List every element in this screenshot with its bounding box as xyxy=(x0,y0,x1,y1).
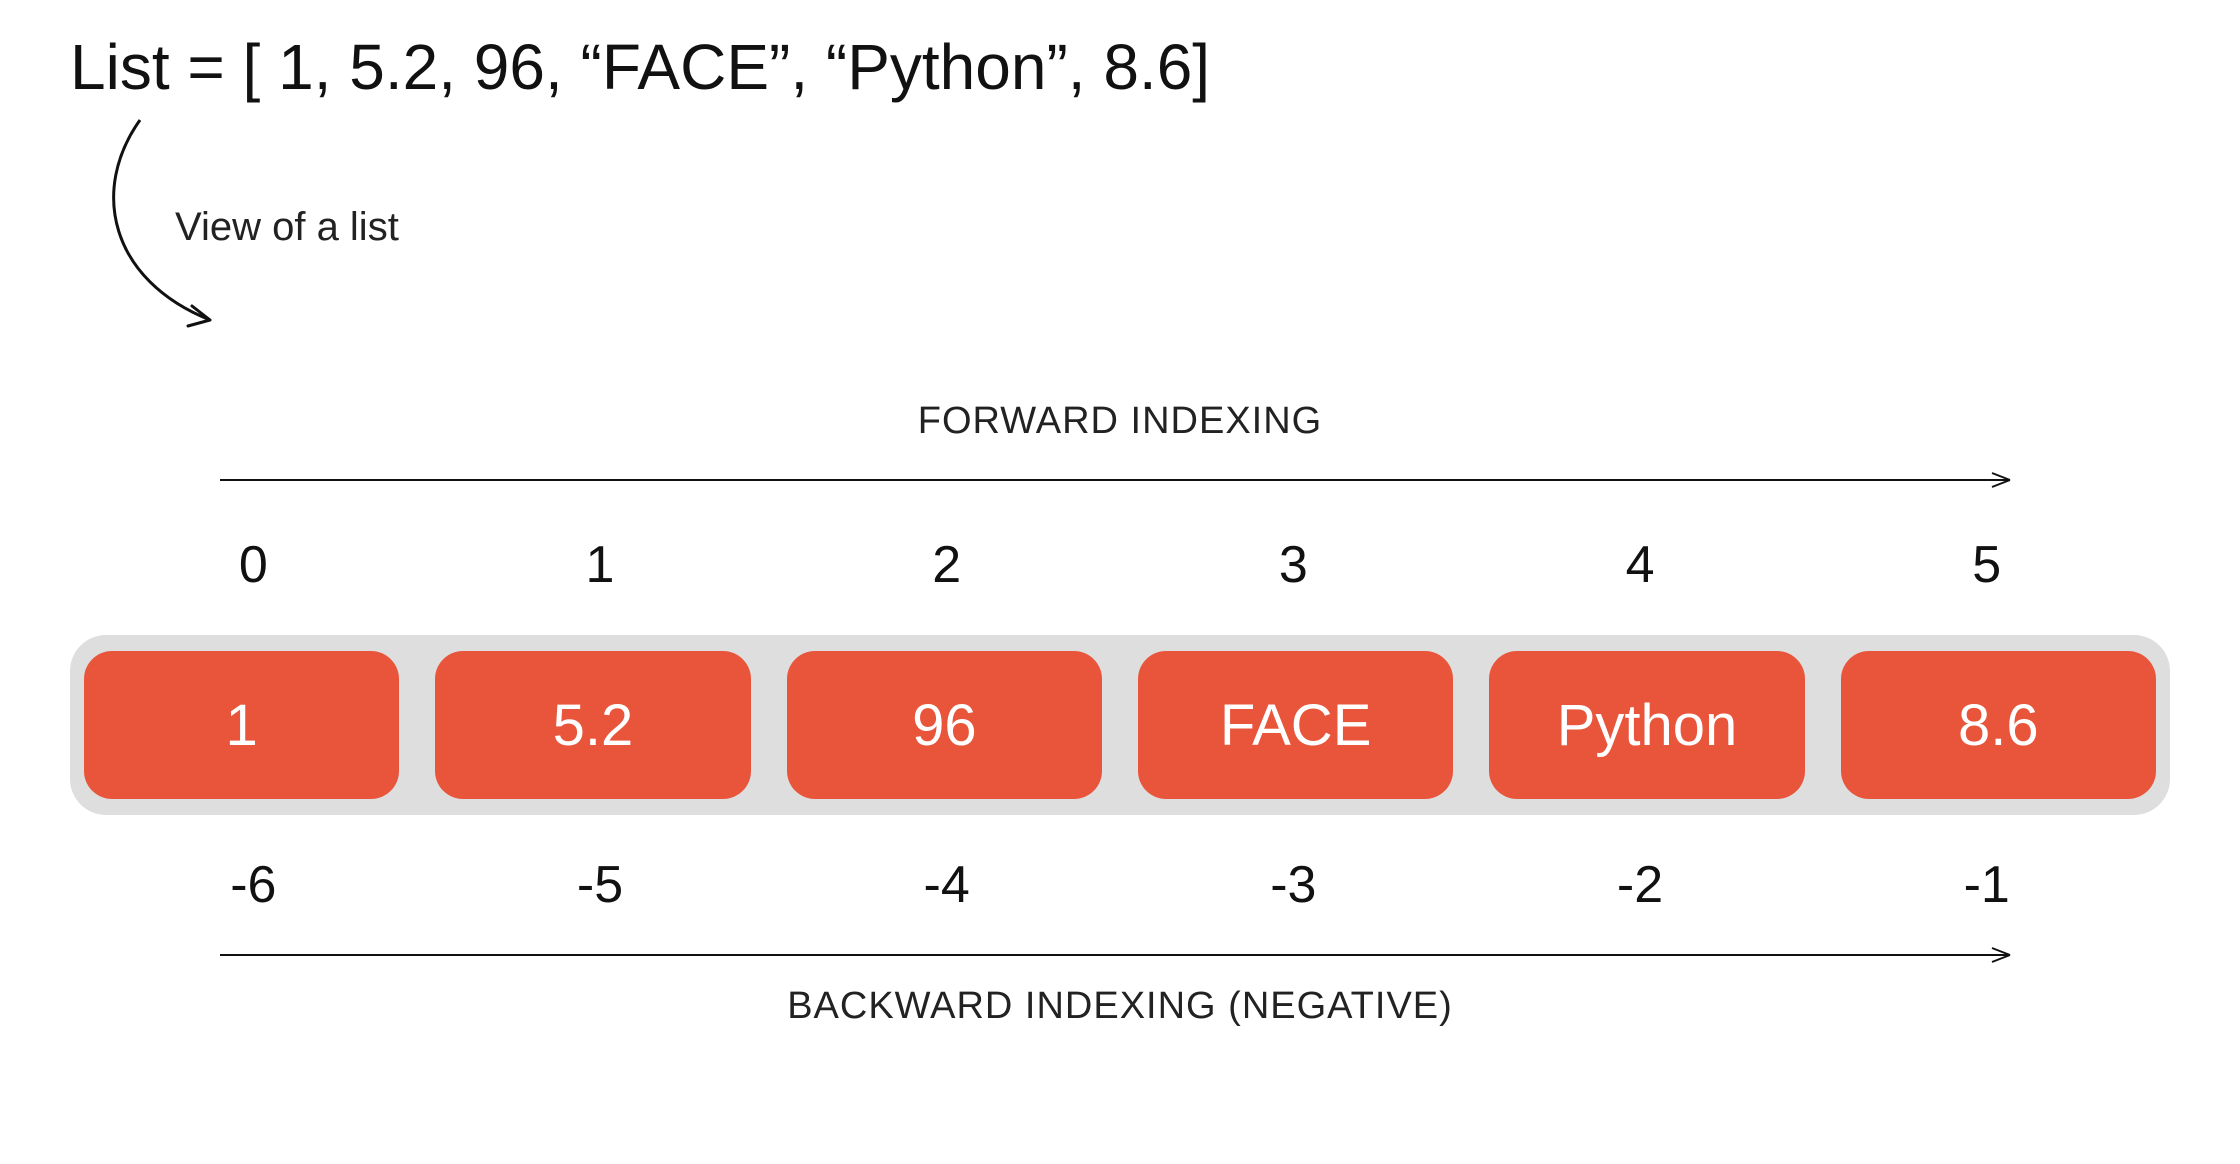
list-cell: 1 xyxy=(84,651,399,799)
view-caption: View of a list xyxy=(175,205,399,250)
forward-index-row: 0 1 2 3 4 5 xyxy=(80,535,2160,595)
forward-index: 5 xyxy=(1813,535,2160,595)
backward-index: -1 xyxy=(1813,855,2160,915)
backward-indexing-label: BACKWARD INDEXING (NEGATIVE) xyxy=(0,985,2240,1028)
list-cell: 96 xyxy=(787,651,1102,799)
backward-index: -5 xyxy=(427,855,774,915)
forward-index: 0 xyxy=(80,535,427,595)
list-declaration: List = [ 1, 5.2, 96, “FACE”, “Python”, 8… xyxy=(70,30,1210,104)
list-cell: 5.2 xyxy=(435,651,750,799)
backward-index: -4 xyxy=(773,855,1120,915)
backward-arrow-icon xyxy=(220,945,2020,965)
list-cell: Python xyxy=(1489,651,1804,799)
forward-index: 1 xyxy=(427,535,774,595)
list-container: 1 5.2 96 FACE Python 8.6 xyxy=(70,635,2170,815)
forward-index: 4 xyxy=(1467,535,1814,595)
backward-index-row: -6 -5 -4 -3 -2 -1 xyxy=(80,855,2160,915)
backward-index: -3 xyxy=(1120,855,1467,915)
list-cell: FACE xyxy=(1138,651,1453,799)
backward-index: -6 xyxy=(80,855,427,915)
backward-index: -2 xyxy=(1467,855,1814,915)
forward-index: 3 xyxy=(1120,535,1467,595)
forward-arrow-icon xyxy=(220,470,2020,490)
forward-index: 2 xyxy=(773,535,1120,595)
forward-indexing-label: FORWARD INDEXING xyxy=(0,400,2240,443)
list-cell: 8.6 xyxy=(1841,651,2156,799)
